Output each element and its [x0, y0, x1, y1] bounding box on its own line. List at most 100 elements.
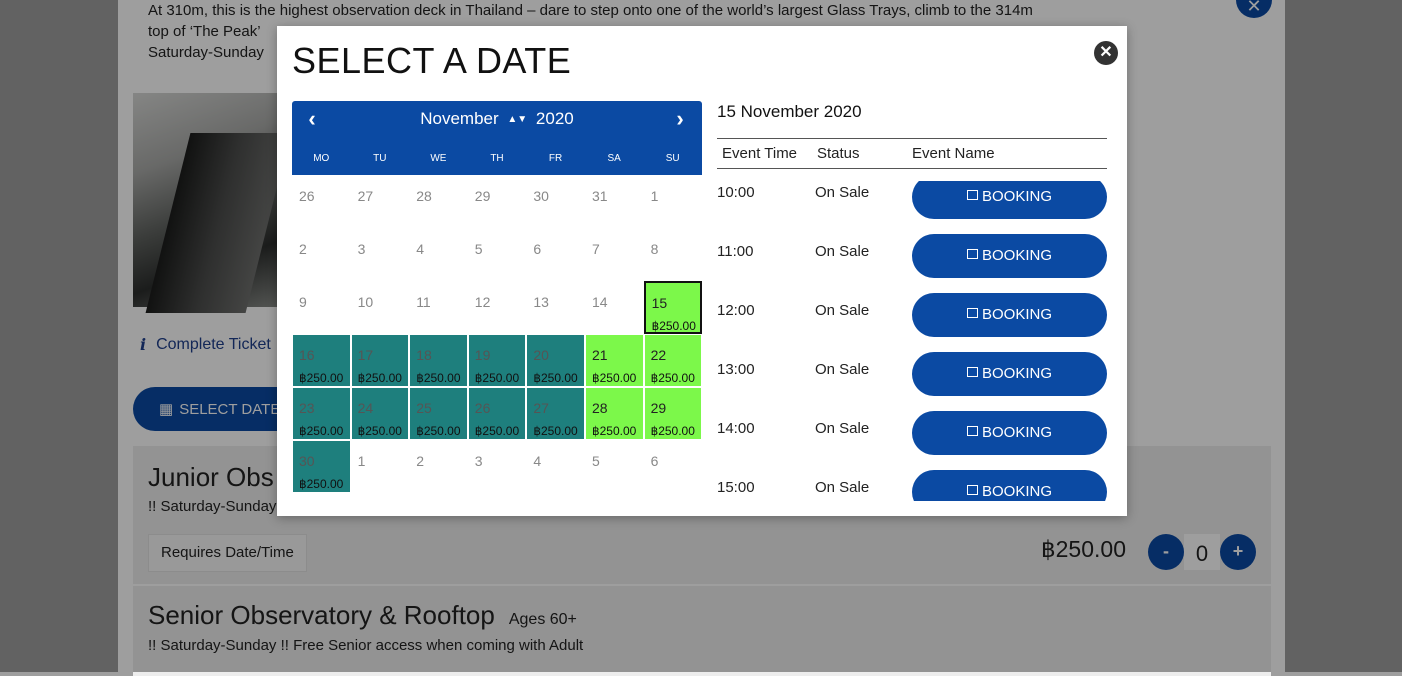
day-number: 3 — [474, 453, 483, 469]
day-number: 2 — [416, 453, 424, 469]
calendar-day[interactable]: 27 ฿250.00 — [526, 387, 585, 440]
day-price: ฿250.00 — [299, 477, 344, 491]
day-number: 7 — [591, 241, 600, 257]
event-time: 15:00 — [717, 479, 755, 496]
event-status: On Sale — [815, 184, 870, 201]
events-list[interactable]: 10:00 On Sale BOOKING 11:00 On Sale BOOKING 12… — [717, 181, 1107, 501]
booking-button[interactable]: BOOKING — [912, 411, 1107, 455]
calendar-day: 2 — [409, 440, 468, 493]
calendar-day: 28 — [409, 175, 468, 228]
events-panel: 15 November 2020 Event Time Status Event… — [717, 101, 1107, 501]
calendar-day: 3 — [350, 228, 410, 281]
day-number: 8 — [650, 241, 659, 257]
calendar-day[interactable]: 16 ฿250.00 — [292, 334, 351, 387]
day-number: 25 — [416, 400, 432, 416]
month-year-selector[interactable]: November ▲▼ 2020 — [292, 109, 702, 129]
day-number: 12 — [474, 294, 491, 310]
day-number: 5 — [591, 453, 600, 469]
event-status: On Sale — [815, 302, 870, 319]
day-price: ฿250.00 — [591, 424, 637, 438]
day-number: 15 — [651, 295, 668, 311]
day-number: 13 — [533, 294, 549, 310]
day-number: 1 — [357, 453, 366, 469]
weekday-label: SA — [607, 153, 621, 164]
header-event-name: Event Name — [912, 145, 995, 162]
day-number: 27 — [533, 400, 549, 416]
booking-button[interactable]: BOOKING — [912, 352, 1107, 396]
events-table-header: Event Time Status Event Name — [717, 138, 1107, 169]
booking-button[interactable]: BOOKING — [912, 234, 1107, 278]
header-event-time: Event Time — [722, 145, 798, 162]
event-time: 11:00 — [717, 243, 754, 260]
calendar-day: 3 — [467, 440, 527, 493]
calendar-day: 27 — [350, 175, 410, 228]
calendar-day[interactable]: 26 ฿250.00 — [467, 387, 527, 440]
calendar-day: 31 — [584, 175, 644, 228]
calendar-day[interactable]: 17 ฿250.00 — [350, 334, 410, 387]
calendar-day: 29 — [467, 175, 527, 228]
calendar-day[interactable]: 25 ฿250.00 — [409, 387, 468, 440]
calendar-day[interactable]: 19 ฿250.00 — [467, 334, 527, 387]
image-icon — [966, 426, 978, 436]
calendar-day[interactable]: 21 ฿250.00 — [584, 334, 644, 387]
year-label: 2020 — [535, 109, 574, 128]
day-number: 28 — [416, 188, 432, 204]
image-icon — [966, 190, 978, 200]
day-number: 1 — [650, 188, 659, 204]
day-number: 30 — [533, 188, 549, 204]
calendar-day: 1 — [643, 175, 703, 228]
day-price: ฿250.00 — [533, 424, 578, 438]
booking-label: BOOKING — [981, 483, 1052, 500]
day-number: 11 — [416, 294, 431, 310]
calendar-day[interactable]: 18 ฿250.00 — [409, 334, 468, 387]
day-number: 14 — [591, 294, 608, 310]
selected-date: 15 November 2020 — [717, 102, 862, 121]
calendar-day[interactable]: 28 ฿250.00 — [584, 387, 644, 440]
day-number: 20 — [533, 347, 549, 363]
calendar-day: 8 — [643, 228, 703, 281]
event-row: 11:00 On Sale BOOKING — [717, 234, 1107, 299]
day-number: 24 — [357, 400, 374, 416]
close-icon[interactable]: ✕ — [1094, 41, 1118, 65]
day-number: 19 — [474, 347, 491, 363]
event-time: 14:00 — [717, 420, 755, 437]
day-number: 9 — [299, 294, 307, 310]
calendar-day[interactable]: 29 ฿250.00 — [643, 387, 703, 440]
calendar-day[interactable]: 20 ฿250.00 — [526, 334, 585, 387]
weekday-label: FR — [548, 153, 563, 164]
day-number: 21 — [591, 347, 608, 363]
month-label: November — [420, 109, 499, 128]
calendar-day[interactable]: 15 ฿250.00 — [643, 281, 703, 334]
day-number: 28 — [591, 400, 608, 416]
calendar-day: 7 — [584, 228, 644, 281]
event-status: On Sale — [815, 361, 870, 378]
day-number: 10 — [357, 294, 374, 310]
calendar-day: 6 — [643, 440, 703, 493]
day-price: ฿250.00 — [650, 424, 695, 438]
calendar-day[interactable]: 24 ฿250.00 — [350, 387, 410, 440]
day-number: 17 — [357, 347, 374, 363]
modal-title: SELECT A DATE — [292, 40, 572, 81]
day-price: ฿250.00 — [357, 371, 402, 385]
booking-button[interactable]: BOOKING — [912, 293, 1107, 337]
day-price: ฿250.00 — [474, 424, 520, 438]
day-price: ฿250.00 — [474, 371, 520, 385]
day-price: ฿250.00 — [533, 371, 578, 385]
chevron-right-icon[interactable]: › — [666, 107, 694, 131]
booking-label: BOOKING — [981, 306, 1052, 323]
calendar-day: 26 — [292, 175, 351, 228]
booking-label: BOOKING — [981, 365, 1052, 382]
booking-button[interactable]: BOOKING — [912, 470, 1107, 501]
sort-icon: ▲▼ — [507, 114, 528, 125]
calendar-day[interactable]: 23 ฿250.00 — [292, 387, 351, 440]
event-row: 15:00 On Sale BOOKING — [717, 470, 1107, 501]
calendar-day: 4 — [526, 440, 585, 493]
calendar-day: 10 — [350, 281, 410, 334]
calendar-day[interactable]: 22 ฿250.00 — [643, 334, 703, 387]
event-status: On Sale — [815, 420, 870, 437]
booking-label: BOOKING — [981, 247, 1052, 264]
day-price: ฿250.00 — [416, 424, 461, 438]
day-price: ฿250.00 — [357, 424, 402, 438]
calendar-day[interactable]: 30 ฿250.00 — [292, 440, 351, 493]
booking-button[interactable]: BOOKING — [912, 181, 1107, 219]
